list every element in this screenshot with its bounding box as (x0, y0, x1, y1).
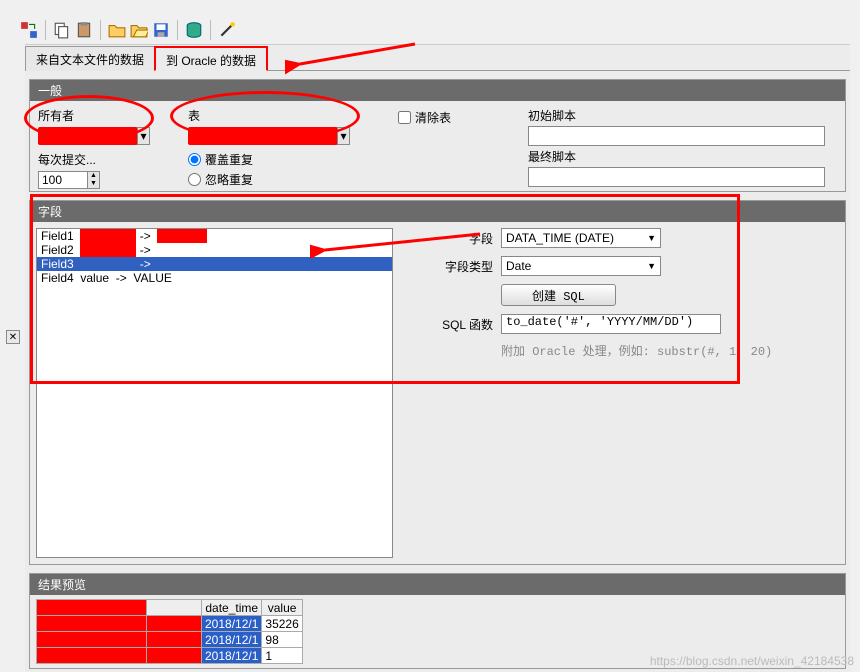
fields-panel: 字段 Field1 -> Field2 -> Field3 -> Field4 … (29, 200, 846, 565)
commit-every-spinner[interactable]: ▲▼ (38, 171, 168, 189)
sqlfn-hint: 附加 Oracle 处理，例如: substr(#, 1, 20) (501, 342, 839, 359)
init-script-label: 初始脚本 (528, 109, 576, 123)
separator (177, 20, 178, 40)
field-select[interactable]: DATA_TIME (DATE)▼ (501, 228, 661, 248)
preview-row: 2018/12/1 1 (37, 648, 303, 664)
list-row-3-selected[interactable]: Field3 -> (37, 257, 392, 271)
commit-every-label: 每次提交... (38, 151, 168, 168)
chevron-down-icon[interactable]: ▼ (647, 233, 656, 243)
list-row-1[interactable]: Field1 -> (37, 229, 392, 243)
preview-header-row: date_time value (37, 600, 303, 616)
field-form: 字段 DATA_TIME (DATE)▼ 字段类型 Date▼ 创建 SQL (393, 228, 839, 558)
spin-down-icon[interactable]: ▼ (88, 180, 99, 188)
owner-label: 所有者 (38, 107, 168, 124)
chevron-down-icon[interactable]: ▾ (137, 127, 150, 145)
field-listbox[interactable]: Field1 -> Field2 -> Field3 -> Field4 val… (36, 228, 393, 558)
separator (45, 20, 46, 40)
tab-from-text[interactable]: 来自文本文件的数据 (25, 46, 155, 71)
open-icon[interactable] (130, 21, 148, 39)
preview-row: 2018/12/1 35226 (37, 616, 303, 632)
ignore-radio[interactable]: 忽略重复 (188, 171, 378, 188)
paste-icon[interactable] (75, 21, 93, 39)
overwrite-radio[interactable]: 覆盖重复 (188, 151, 378, 168)
replace-icon[interactable] (20, 21, 38, 39)
main-panel: 来自文本文件的数据 到 Oracle 的数据 一般 所有者 ▾ 每次提交... … (25, 44, 850, 672)
db-icon[interactable] (185, 21, 203, 39)
list-row-2[interactable]: Field2 -> (37, 243, 392, 257)
save-icon[interactable] (152, 21, 170, 39)
sqlfn-input[interactable]: to_date('#', 'YYYY/MM/DD') (501, 314, 721, 334)
separator (210, 20, 211, 40)
col-date-time: date_time (202, 600, 262, 616)
copy-icon[interactable] (53, 21, 71, 39)
table-dropdown[interactable]: ▾ (188, 127, 378, 145)
col-blank (147, 600, 202, 616)
preview-table: date_time value 2018/12/1 35226 2018/12/… (36, 599, 303, 664)
sqlfn-label: SQL 函数 (433, 316, 493, 333)
col-redacted-1 (37, 600, 147, 616)
preview-header: 结果预览 (30, 574, 845, 595)
commit-every-input[interactable] (38, 171, 88, 189)
toolbar (20, 18, 236, 42)
spin-up-icon[interactable]: ▲ (88, 172, 99, 180)
chevron-down-icon[interactable]: ▾ (337, 127, 350, 145)
fieldtype-label: 字段类型 (433, 258, 493, 275)
separator (100, 20, 101, 40)
clear-table-checkbox[interactable]: 清除表 (398, 109, 508, 126)
folder-icon[interactable] (108, 21, 126, 39)
table-label: 表 (188, 107, 378, 124)
final-script-label: 最终脚本 (528, 150, 576, 164)
tab-bar: 来自文本文件的数据 到 Oracle 的数据 (25, 45, 850, 71)
create-sql-button[interactable]: 创建 SQL (501, 284, 616, 306)
tab-to-oracle[interactable]: 到 Oracle 的数据 (154, 46, 268, 71)
preview-row: 2018/12/1 98 (37, 632, 303, 648)
fields-header: 字段 (30, 201, 845, 222)
owner-dropdown[interactable]: ▾ (38, 127, 168, 145)
fieldtype-select[interactable]: Date▼ (501, 256, 661, 276)
wand-icon[interactable] (218, 21, 236, 39)
field-label: 字段 (433, 230, 493, 247)
close-panel-icon[interactable]: ✕ (6, 330, 20, 344)
general-panel: 一般 所有者 ▾ 每次提交... ▲▼ 表 (29, 79, 846, 192)
col-value: value (262, 600, 302, 616)
init-script-input[interactable] (528, 126, 825, 146)
general-header: 一般 (30, 80, 845, 101)
final-script-input[interactable] (528, 167, 825, 187)
watermark: https://blog.csdn.net/weixin_42184538 (650, 654, 854, 668)
chevron-down-icon[interactable]: ▼ (647, 261, 656, 271)
list-row-4[interactable]: Field4 value -> VALUE (37, 271, 392, 285)
